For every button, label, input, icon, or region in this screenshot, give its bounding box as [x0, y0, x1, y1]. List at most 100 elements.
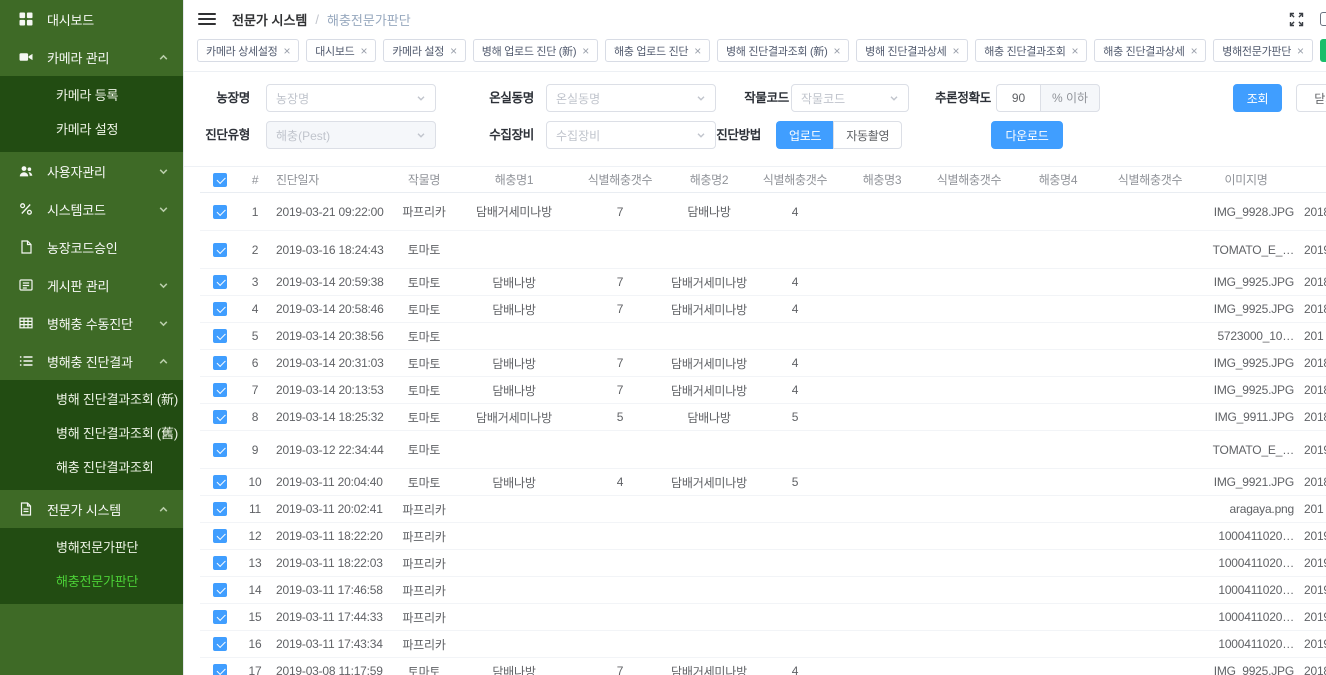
tab-7[interactable]: 해충 진단결과조회× [975, 39, 1087, 62]
tab-2[interactable]: 카메라 설정× [383, 39, 466, 62]
sidebar-item-8[interactable]: 전문가 시스템 [0, 490, 183, 528]
sidebar-subitem-7-0[interactable]: 병해 진단결과조회 (新) [0, 383, 183, 417]
device-select[interactable]: 수집장비 [546, 121, 716, 149]
row-checkbox[interactable] [213, 243, 227, 257]
tab-0[interactable]: 카메라 상세설정× [197, 39, 299, 62]
tab-close-icon[interactable]: × [450, 44, 457, 58]
tab-close-icon[interactable]: × [361, 44, 368, 58]
sidebar-item-5[interactable]: 게시판 관리 [0, 266, 183, 304]
column-header-pest1: 해충명1 [454, 171, 574, 188]
auto-capture-option-button[interactable]: 자동촬영 [833, 121, 902, 149]
diagnosis-type-select[interactable]: 해충(Pest) [266, 121, 436, 149]
row-checkbox[interactable] [213, 443, 227, 457]
sidebar-subitem-1-0[interactable]: 카메라 등록 [0, 79, 183, 113]
table-row[interactable]: 142019-03-11 17:46:58파프리카1000411020…2019 [200, 577, 1326, 604]
tab-1[interactable]: 대시보드× [306, 39, 376, 62]
table-row[interactable]: 12019-03-21 09:22:00파프리카담배거세미나방7담배나방4IMG… [200, 193, 1326, 231]
table-header-row: #진단일자작물명해충명1식별해충갯수해충명2식별해충갯수해충명3식별해충갯수해충… [200, 167, 1326, 193]
tab-5[interactable]: 병해 진단결과조회 (新)× [717, 39, 849, 62]
sidebar-item-6[interactable]: 병해충 수동진단 [0, 304, 183, 342]
table-row[interactable]: 32019-03-14 20:59:38토마토담배나방7담배거세미나방4IMG_… [200, 269, 1326, 296]
row-checkbox[interactable] [213, 356, 227, 370]
breadcrumb-section[interactable]: 전문가 시스템 [232, 10, 307, 29]
cell-crop: 토마토 [394, 663, 454, 675]
tab-9[interactable]: 병해전문가판단× [1213, 39, 1312, 62]
row-checkbox[interactable] [213, 556, 227, 570]
table-row[interactable]: 82019-03-14 18:25:32토마토담배거세미나방5담배나방5IMG_… [200, 404, 1326, 431]
table-row[interactable]: 42019-03-14 20:58:46토마토담배나방7담배거세미나방4IMG_… [200, 296, 1326, 323]
table-row[interactable]: 112019-03-11 20:02:41파프리카aragaya.png201 [200, 496, 1326, 523]
tab-close-icon[interactable]: × [833, 44, 840, 58]
row-checkbox[interactable] [213, 637, 227, 651]
row-checkbox[interactable] [213, 583, 227, 597]
fullscreen-icon[interactable] [1289, 12, 1304, 27]
cell-pest2: 담배거세미나방 [666, 474, 752, 491]
search-button[interactable]: 조회 [1233, 84, 1282, 112]
table-row[interactable]: 132019-03-11 18:22:03파프리카1000411020…2019 [200, 550, 1326, 577]
sidebar-item-0[interactable]: 대시보드 [0, 0, 183, 38]
sidebar-subitem-7-2[interactable]: 해충 진단결과조회 [0, 451, 183, 485]
farm-name-select[interactable]: 농장명 [266, 84, 436, 112]
row-checkbox[interactable] [213, 610, 227, 624]
table-row[interactable]: 22019-03-16 18:24:43토마토TOMATO_E_…2019 [200, 231, 1326, 269]
row-checkbox[interactable] [213, 664, 227, 675]
sidebar-item-label: 농장코드승인 [47, 238, 118, 257]
row-checkbox[interactable] [213, 529, 227, 543]
row-checkbox[interactable] [213, 205, 227, 219]
sidebar-subitem-8-0[interactable]: 병해전문가판단 [0, 531, 183, 565]
table-row[interactable]: 162019-03-11 17:43:34파프리카1000411020…2019 [200, 631, 1326, 658]
select-all-checkbox[interactable] [213, 173, 227, 187]
row-checkbox[interactable] [213, 502, 227, 516]
row-checkbox[interactable] [213, 275, 227, 289]
cell-date: 2019-03-14 20:31:03 [270, 356, 394, 370]
tab-close-icon[interactable]: × [952, 44, 959, 58]
cell-pest2: 담배거세미나방 [666, 382, 752, 399]
greenhouse-select[interactable]: 온실동명 [546, 84, 716, 112]
tab-close-icon[interactable]: × [582, 44, 589, 58]
tab-close-icon[interactable]: × [1072, 44, 1079, 58]
table-row[interactable]: 92019-03-12 22:34:44토마토TOMATO_E_…2019 [200, 431, 1326, 469]
sidebar-item-3[interactable]: 시스템코드 [0, 190, 183, 228]
table-row[interactable]: 152019-03-11 17:44:33파프리카1000411020…2019 [200, 604, 1326, 631]
sidebar-item-4[interactable]: 농장코드승인 [0, 228, 183, 266]
row-checkbox[interactable] [213, 302, 227, 316]
tab-close-icon[interactable]: × [694, 44, 701, 58]
row-checkbox[interactable] [213, 383, 227, 397]
breadcrumb: 전문가 시스템 / 해충전문가판단 [232, 10, 411, 29]
sidebar-subitem-7-1[interactable]: 병해 진단결과조회 (舊) [0, 417, 183, 451]
table-row[interactable]: 52019-03-14 20:38:56토마토5723000_10…201 [200, 323, 1326, 350]
tab-6[interactable]: 병해 진단결과상세× [856, 39, 968, 62]
download-button[interactable]: 다운로드 [991, 121, 1063, 149]
sidebar-subitem-8-1[interactable]: 해충전문가판단 [0, 565, 183, 599]
upload-option-button[interactable]: 업로드 [776, 121, 833, 149]
table-row[interactable]: 72019-03-14 20:13:53토마토담배나방7담배거세미나방4IMG_… [200, 377, 1326, 404]
sidebar-item-1[interactable]: 카메라 관리 [0, 38, 183, 76]
cell-pest2: 담배거세미나방 [666, 663, 752, 675]
sidebar-item-label: 병해충 수동진단 [47, 314, 133, 333]
row-checkbox[interactable] [213, 410, 227, 424]
tab-8[interactable]: 해충 진단결과상세× [1094, 39, 1206, 62]
cell-count2: 4 [752, 302, 838, 316]
table-row[interactable]: 102019-03-11 20:04:40토마토담배나방4담배거세미나방5IMG… [200, 469, 1326, 496]
row-checkbox[interactable] [213, 475, 227, 489]
clipped-toolbar-icon[interactable] [1320, 12, 1326, 26]
table-row[interactable]: 122019-03-11 18:22:20파프리카1000411020…2019 [200, 523, 1326, 550]
tab-10[interactable]: ●해충전문가판단× [1320, 39, 1326, 62]
close-button[interactable]: 닫기 [1296, 84, 1326, 112]
tab-4[interactable]: 해충 업로드 진단× [605, 39, 710, 62]
tab-3[interactable]: 병해 업로드 진단 (新)× [473, 39, 598, 62]
row-checkbox[interactable] [213, 329, 227, 343]
tab-close-icon[interactable]: × [284, 44, 291, 58]
tab-close-icon[interactable]: × [1191, 44, 1198, 58]
table-row[interactable]: 172019-03-08 11:17:59토마토담배나방7담배거세미나방4IMG… [200, 658, 1326, 675]
sidebar-item-7[interactable]: 병해충 진단결과 [0, 342, 183, 380]
menu-icon[interactable] [198, 13, 216, 25]
table-row[interactable]: 62019-03-14 20:31:03토마토담배나방7담배거세미나방4IMG_… [200, 350, 1326, 377]
sidebar-subitem-1-1[interactable]: 카메라 설정 [0, 113, 183, 147]
tab-close-icon[interactable]: × [1297, 44, 1304, 58]
crop-code-placeholder: 작물코드 [801, 90, 845, 107]
sidebar-item-2[interactable]: 사용자관리 [0, 152, 183, 190]
row-select-cell [200, 583, 240, 597]
crop-code-select[interactable]: 작물코드 [791, 84, 909, 112]
accuracy-input[interactable] [996, 84, 1040, 112]
